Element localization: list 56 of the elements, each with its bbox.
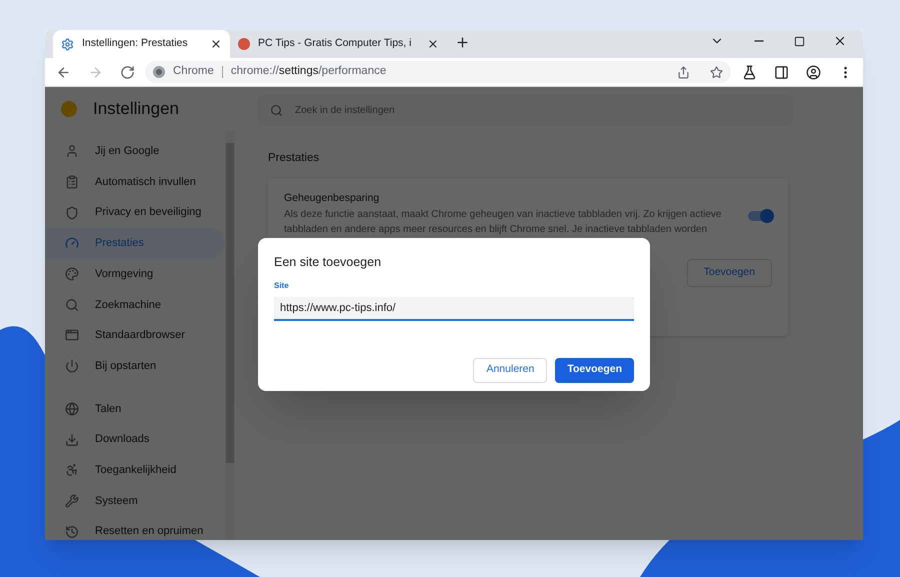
browser-tab[interactable]: PC Tips - Gratis Computer Tips, i [230,30,448,58]
sidebar-item[interactable]: Standaardbrowser [45,320,225,351]
sidebar-item[interactable]: Privacy en beveiliging [45,197,225,228]
wrench-icon [65,494,79,508]
address-bar[interactable]: Chrome chrome://settings/performance [145,61,731,83]
sidebar-item[interactable]: Systeem [45,486,225,516]
download-icon [65,432,79,447]
sidebar-item[interactable]: Vormgeving [45,258,225,290]
sidebar-item[interactable]: Bij opstarten [45,350,225,382]
history-icon [65,524,79,539]
sidebar-item[interactable]: Jij en Google [45,136,225,167]
site-label: Chrome [173,64,214,80]
favicon-icon [238,38,250,50]
sidebar-item[interactable]: Prestaties [45,228,225,259]
close-icon[interactable] [210,38,222,50]
share-icon[interactable] [677,66,690,78]
cancel-button[interactable]: Annuleren [473,358,548,383]
page-title: Instellingen [93,98,180,120]
sidebar-item[interactable]: Toegankelijkheid [45,454,225,486]
clipboard-icon [65,175,79,190]
url-text: chrome://settings/performance [230,64,388,80]
card-description: Als deze functie aanstaat, maakt Chrome geheugen van inactieve tabbladen vrij. Zo krijgen actieve tabbladen en andere apps meer resources en blijft Chrome snel. Je inactieve tabbladen worden [284,208,722,237]
person-icon [65,144,79,158]
browser-tab[interactable]: Instellingen: Prestaties [53,30,230,58]
site-input-field[interactable]: https://www.pc-tips.info/ [274,296,634,321]
tab-title: PC Tips - Gratis Computer Tips, i [258,36,412,52]
sidebar-item[interactable]: Resetten en opruimen [45,516,225,540]
new-tab-icon[interactable] [455,35,470,50]
section-heading: Prestaties [268,151,320,166]
dialog-title: Een site toevoegen [274,254,382,271]
gauge-icon [65,236,79,250]
confirm-button[interactable]: Toevoegen [555,358,634,383]
shield-icon [65,206,79,220]
globe-icon [65,402,79,416]
power-icon [65,359,79,374]
toggle-switch[interactable] [748,211,772,222]
maximize-icon[interactable] [794,36,805,46]
sidebar-item[interactable]: Downloads [45,424,225,455]
close-icon[interactable] [833,34,847,48]
settings-logo-icon [61,101,77,117]
close-icon[interactable] [427,38,440,50]
accessibility-icon [65,463,79,478]
search-icon [270,104,283,116]
sidebar-item[interactable]: Zoekmachine [45,289,225,320]
palette-icon [65,267,79,282]
field-label: Site [274,280,290,292]
sidebar-item[interactable]: Talen [45,394,225,424]
gear-icon [61,38,74,50]
window-icon [65,328,79,342]
tab-title: Instellingen: Prestaties [82,36,189,52]
chrome-logo-icon [153,66,165,78]
card-title: Geheugenbesparing [284,191,380,206]
search-icon [65,298,79,312]
star-icon[interactable] [710,66,723,78]
add-button[interactable]: Toevoegen [686,259,772,287]
sidebar-item[interactable]: Automatisch invullen [45,166,225,198]
